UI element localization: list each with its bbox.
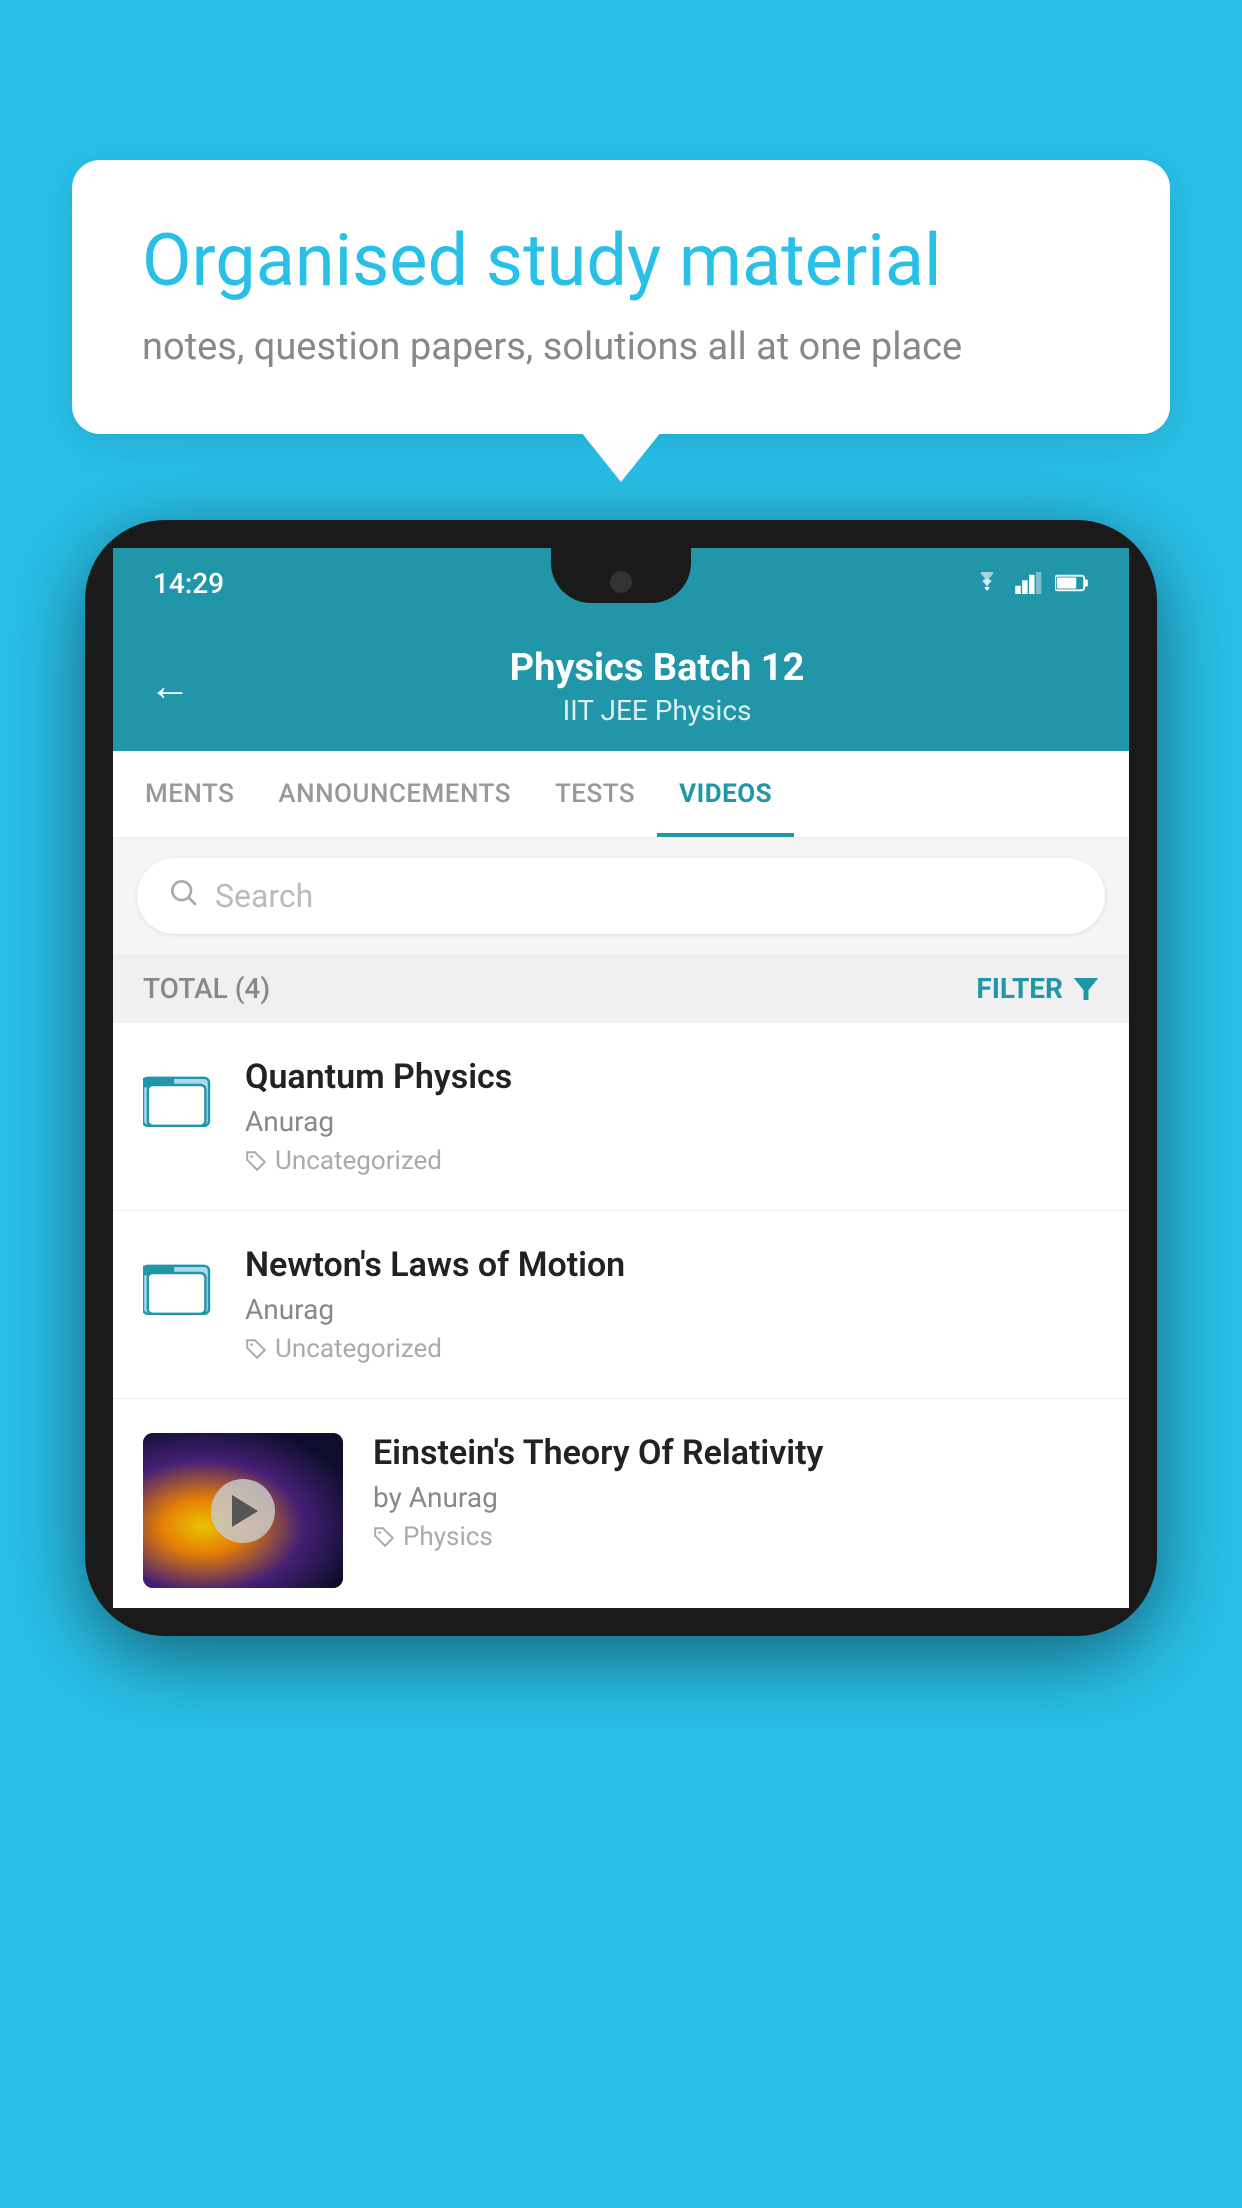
bubble-subtitle: notes, question papers, solutions all at… — [142, 325, 1100, 369]
video-info: Quantum Physics Anurag Uncategorized — [245, 1057, 1099, 1176]
video-list: Quantum Physics Anurag Uncategorized — [113, 1023, 1129, 1608]
search-icon — [167, 876, 199, 916]
folder-icon-block — [143, 1061, 215, 1137]
bubble-title: Organised study material — [142, 220, 1100, 303]
signal-icon — [1015, 572, 1043, 594]
filter-button[interactable]: FILTER — [976, 972, 1099, 1005]
tag-label: Physics — [403, 1522, 493, 1552]
tag-label: Uncategorized — [275, 1334, 442, 1364]
video-tag: Uncategorized — [245, 1334, 1099, 1364]
tag-icon — [245, 1150, 267, 1172]
video-tag: Physics — [373, 1522, 1099, 1552]
speech-bubble: Organised study material notes, question… — [72, 160, 1170, 434]
total-count: TOTAL (4) — [143, 972, 270, 1005]
folder-icon-block — [143, 1249, 215, 1325]
phone-wrapper: 14:29 — [85, 520, 1157, 2208]
video-thumbnail — [143, 1433, 343, 1588]
back-button[interactable]: ← — [149, 662, 191, 711]
search-input[interactable]: Search — [215, 877, 313, 915]
play-button[interactable] — [211, 1479, 275, 1543]
battery-icon — [1055, 574, 1089, 592]
video-title: Einstein's Theory Of Relativity — [373, 1433, 1099, 1473]
tag-icon — [245, 1338, 267, 1360]
video-title: Newton's Laws of Motion — [245, 1245, 1099, 1285]
tab-ments[interactable]: MENTS — [123, 751, 256, 837]
header-title-block: Physics Batch 12 IIT JEE Physics — [221, 646, 1093, 727]
camera-dot — [610, 571, 632, 593]
filter-bar: TOTAL (4) FILTER — [113, 954, 1129, 1023]
app-header: ← Physics Batch 12 IIT JEE Physics — [113, 618, 1129, 751]
phone-outer: 14:29 — [85, 520, 1157, 1636]
video-info: Einstein's Theory Of Relativity by Anura… — [373, 1433, 1099, 1552]
filter-label: FILTER — [976, 972, 1063, 1005]
status-bar: 14:29 — [113, 548, 1129, 618]
tag-label: Uncategorized — [275, 1146, 442, 1176]
status-icons — [971, 572, 1089, 594]
video-author: Anurag — [245, 1105, 1099, 1138]
video-author: by Anurag — [373, 1481, 1099, 1514]
tag-icon — [373, 1526, 395, 1548]
folder-icon — [143, 1061, 215, 1133]
list-item[interactable]: Newton's Laws of Motion Anurag Uncategor… — [113, 1211, 1129, 1399]
notch — [551, 548, 691, 603]
wifi-icon — [971, 572, 1003, 594]
tabs-bar: MENTS ANNOUNCEMENTS TESTS VIDEOS — [113, 751, 1129, 838]
tab-announcements[interactable]: ANNOUNCEMENTS — [256, 751, 533, 837]
header-subtitle: IIT JEE Physics — [221, 694, 1093, 727]
filter-icon — [1073, 978, 1099, 1000]
tab-tests[interactable]: TESTS — [533, 751, 657, 837]
video-info: Newton's Laws of Motion Anurag Uncategor… — [245, 1245, 1099, 1364]
search-container: Search — [113, 838, 1129, 954]
tab-videos[interactable]: VIDEOS — [657, 751, 794, 837]
play-icon — [232, 1495, 258, 1527]
status-time: 14:29 — [153, 567, 224, 600]
folder-icon — [143, 1249, 215, 1321]
list-item[interactable]: Quantum Physics Anurag Uncategorized — [113, 1023, 1129, 1211]
header-title: Physics Batch 12 — [221, 646, 1093, 690]
video-author: Anurag — [245, 1293, 1099, 1326]
list-item[interactable]: Einstein's Theory Of Relativity by Anura… — [113, 1399, 1129, 1608]
video-title: Quantum Physics — [245, 1057, 1099, 1097]
phone-screen: ← Physics Batch 12 IIT JEE Physics MENTS… — [113, 618, 1129, 1608]
search-input-wrapper[interactable]: Search — [137, 858, 1105, 934]
video-tag: Uncategorized — [245, 1146, 1099, 1176]
